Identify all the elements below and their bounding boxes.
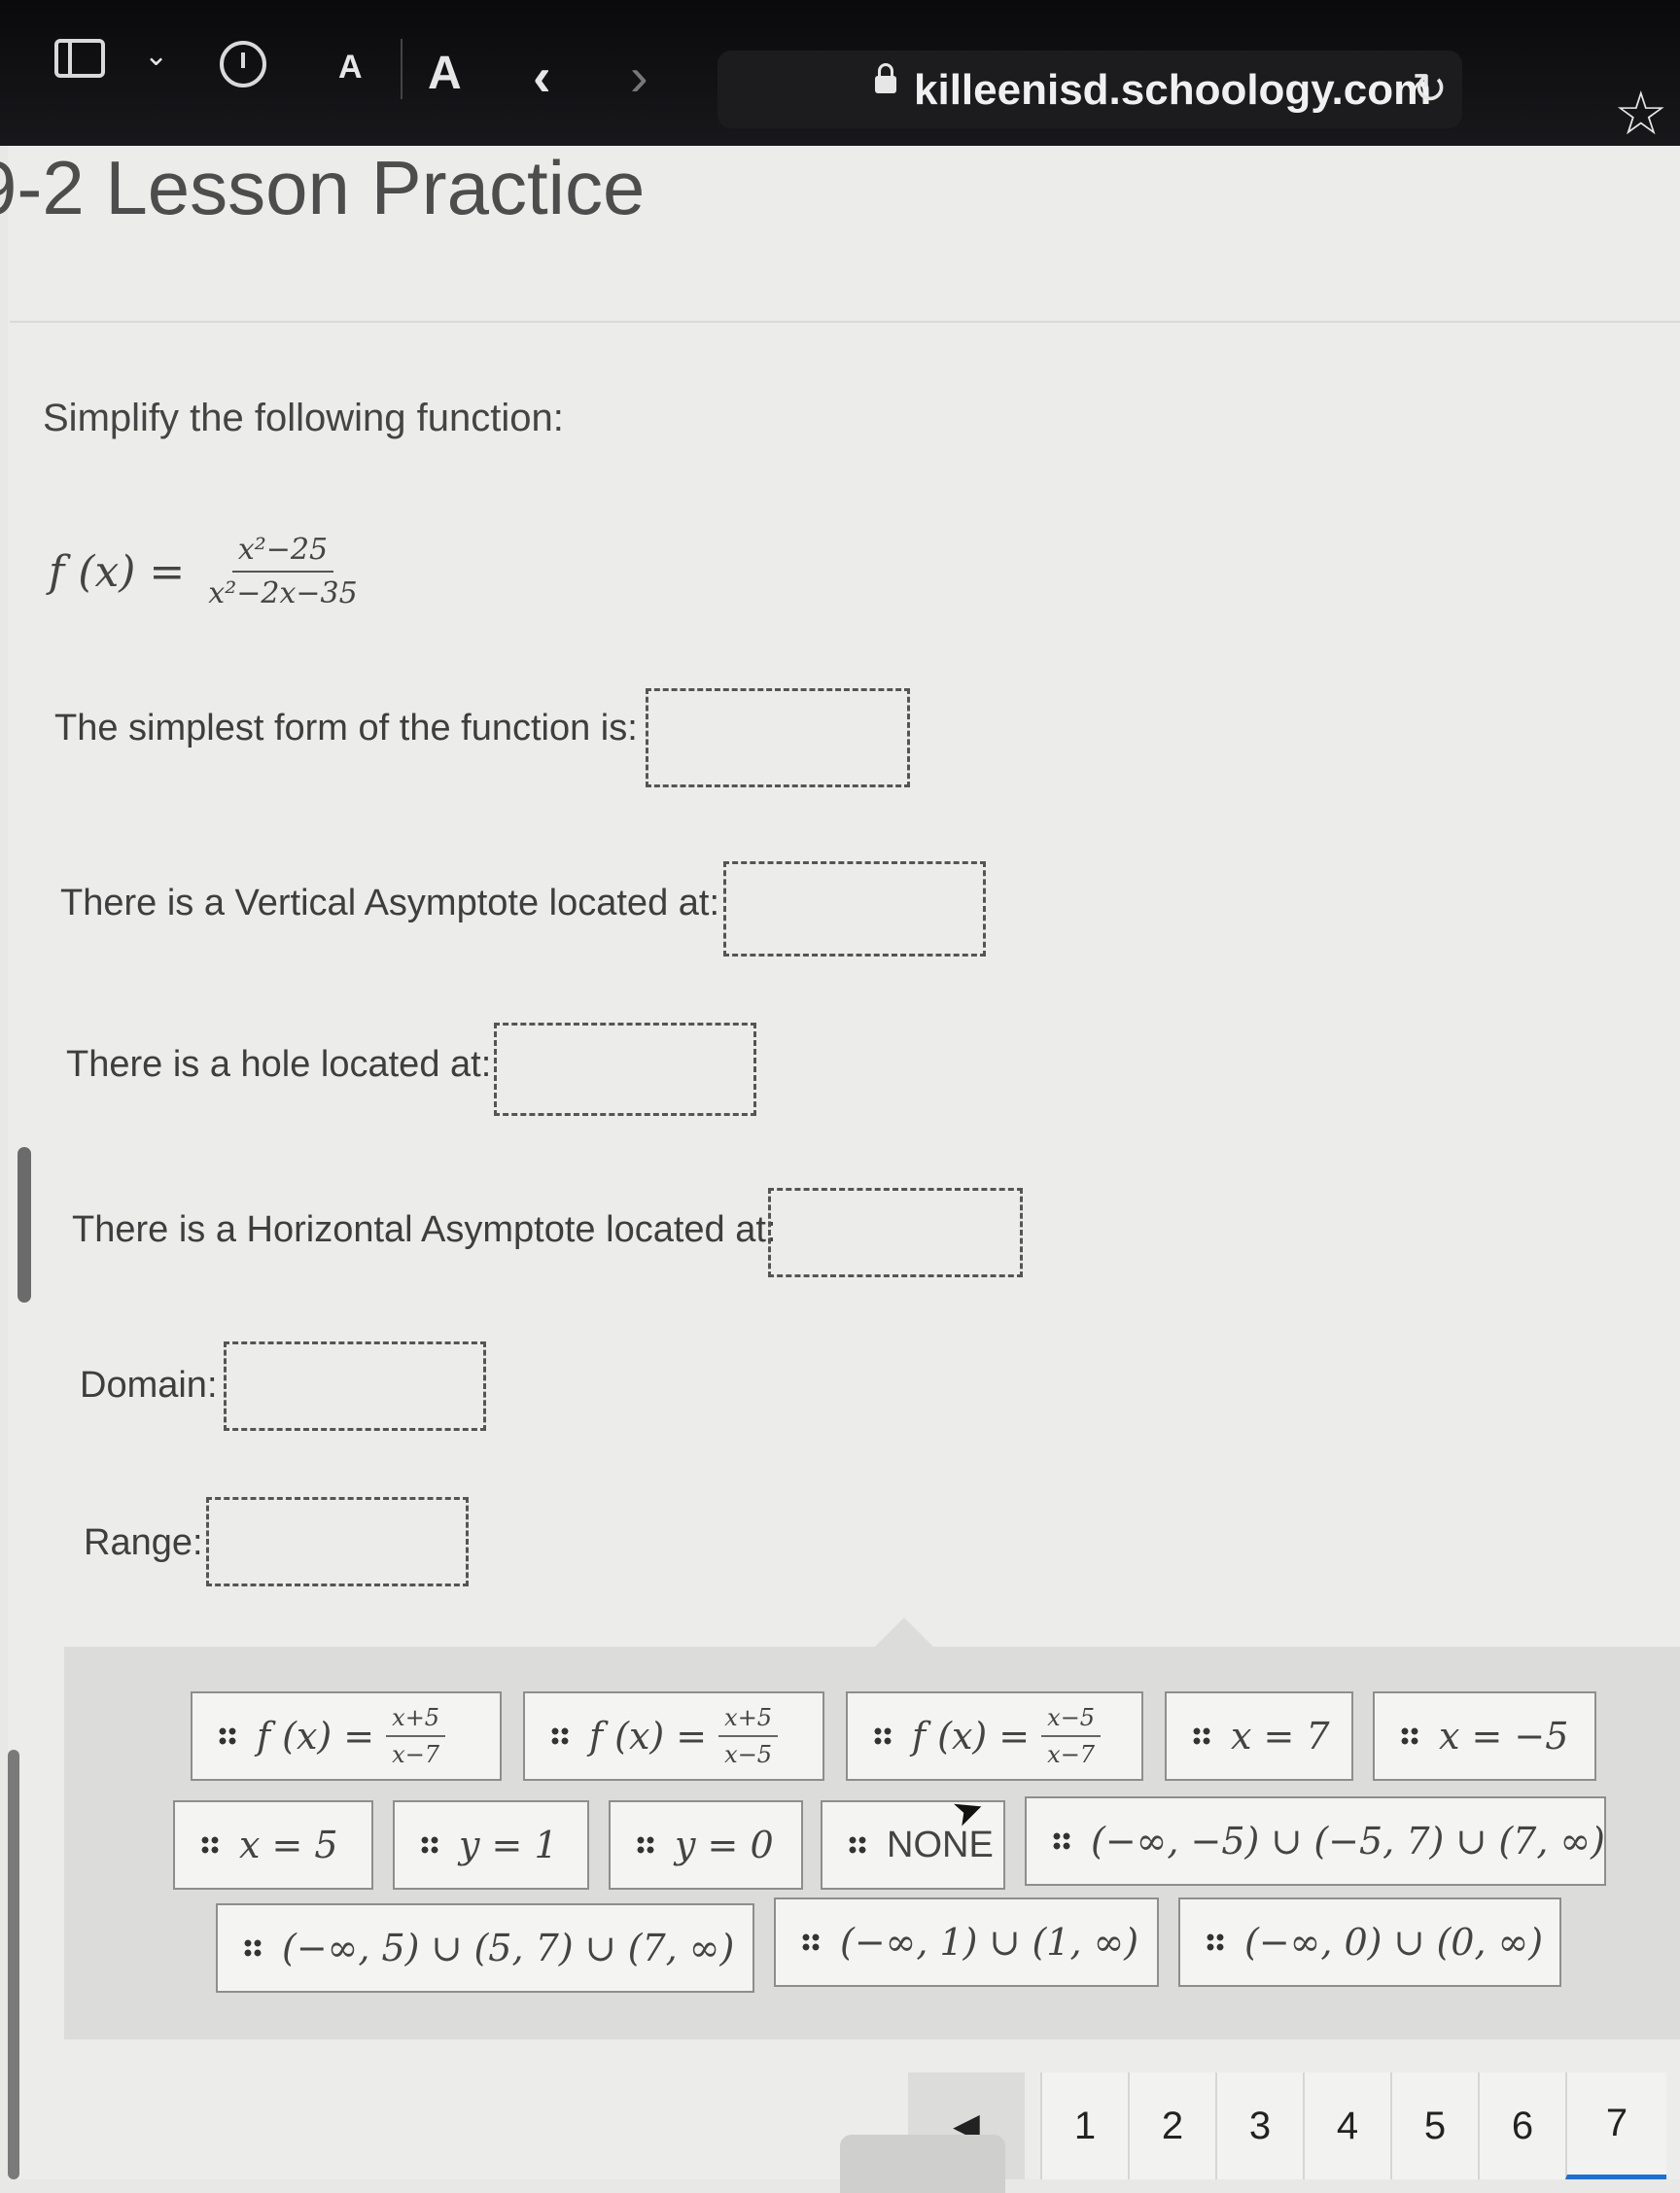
page-button-7[interactable]: 7 [1565, 2072, 1666, 2179]
answer-tile[interactable]: x = 5 [173, 1800, 373, 1890]
page-button-4[interactable]: 4 [1303, 2072, 1390, 2179]
answer-tile[interactable]: x = 7 [1165, 1691, 1353, 1781]
drag-handle-icon [848, 1835, 867, 1855]
range-dropzone[interactable] [206, 1497, 469, 1586]
increase-font-button[interactable]: A [428, 47, 462, 100]
answer-tile[interactable]: f (x) = x−5 x−7 [846, 1691, 1143, 1781]
drag-handle-icon [873, 1726, 892, 1746]
horizontal-asymptote-dropzone[interactable] [768, 1188, 1023, 1277]
scrollbar-track[interactable] [8, 1750, 19, 2179]
answer-tile[interactable]: y = 0 [609, 1800, 803, 1890]
function-denominator: x²−2x−35 [208, 576, 358, 610]
address-bar[interactable]: killeenisd.schoology.com ↻ [718, 51, 1462, 128]
drag-handle-icon [801, 1932, 821, 1952]
answer-tile[interactable]: f (x) = x+5 x−7 [191, 1691, 502, 1781]
simplest-form-label: The simplest form of the function is: [54, 708, 638, 748]
answer-tile[interactable]: (−∞, 1) ∪ (1, ∞) [774, 1897, 1159, 1987]
hole-label: There is a hole located at: [66, 1044, 492, 1085]
drag-handle-icon [636, 1835, 655, 1855]
scrollbar[interactable] [18, 1147, 31, 1303]
page-button-1[interactable]: 1 [1040, 2072, 1128, 2179]
answer-tile[interactable]: x = −5 [1373, 1691, 1596, 1781]
drag-handle-icon [420, 1835, 439, 1855]
answer-tile[interactable]: y = 1 [393, 1800, 589, 1890]
drag-handle-icon [1400, 1726, 1419, 1746]
function-numerator: x²−25 [231, 533, 334, 573]
star-icon[interactable]: ☆ [1614, 78, 1668, 149]
page-title: 9-2 Lesson Practice [0, 145, 646, 230]
drag-handle-icon [218, 1726, 237, 1746]
function-fraction: x²−25 x²−2x−35 [202, 533, 363, 610]
drag-handle-icon [243, 1938, 262, 1958]
hole-dropzone[interactable] [494, 1023, 756, 1116]
function-lhs: f (x) = [49, 546, 186, 597]
drag-handle-icon [200, 1835, 220, 1855]
horizontal-asymptote-label: There is a Horizontal Asymptote located … [72, 1209, 777, 1250]
chevron-down-icon[interactable]: ⌄ [144, 39, 168, 73]
drag-handle-icon [1052, 1831, 1071, 1851]
range-label: Range: [84, 1522, 203, 1563]
forward-button[interactable]: › [630, 45, 648, 108]
history-icon[interactable] [220, 41, 266, 87]
scroll-to-top-button[interactable] [840, 2135, 1005, 2193]
lock-icon [875, 63, 896, 93]
back-button[interactable]: ‹ [533, 45, 551, 108]
drag-handle-icon [1192, 1726, 1211, 1746]
page-button-3[interactable]: 3 [1215, 2072, 1303, 2179]
vertical-asymptote-label: There is a Vertical Asymptote located at… [60, 883, 720, 923]
answer-tile[interactable]: (−∞, −5) ∪ (−5, 7) ∪ (7, ∞) [1025, 1796, 1606, 1886]
reload-icon[interactable]: ↻ [1412, 64, 1448, 114]
drag-handle-icon [550, 1726, 570, 1746]
answer-tile[interactable]: (−∞, 5) ∪ (5, 7) ∪ (7, ∞) [216, 1903, 754, 1993]
url-text: killeenisd.schoology.com [914, 66, 1432, 114]
page-button-5[interactable]: 5 [1390, 2072, 1478, 2179]
vertical-asymptote-dropzone[interactable] [723, 861, 986, 957]
decrease-font-button[interactable]: A [338, 49, 363, 87]
function-expression: f (x) = x²−25 x²−2x−35 [49, 533, 364, 610]
question-prompt: Simplify the following function: [43, 397, 564, 439]
browser-toolbar: ⌄ A A ‹ › killeenisd.schoology.com ↻ ☆ [0, 0, 1680, 149]
simplest-form-dropzone[interactable] [646, 688, 910, 787]
answer-tile[interactable]: (−∞, 0) ∪ (0, ∞) [1178, 1897, 1561, 1987]
domain-dropzone[interactable] [224, 1341, 486, 1431]
toolbar-divider [401, 39, 402, 99]
answer-bank-notch [875, 1618, 933, 1647]
page-button-6[interactable]: 6 [1478, 2072, 1565, 2179]
answer-tile[interactable]: f (x) = x+5 x−5 [523, 1691, 824, 1781]
page-button-2[interactable]: 2 [1128, 2072, 1215, 2179]
sidebar-icon[interactable] [54, 39, 105, 78]
divider [10, 321, 1680, 323]
domain-label: Domain: [80, 1365, 218, 1406]
drag-handle-icon [1206, 1932, 1225, 1952]
